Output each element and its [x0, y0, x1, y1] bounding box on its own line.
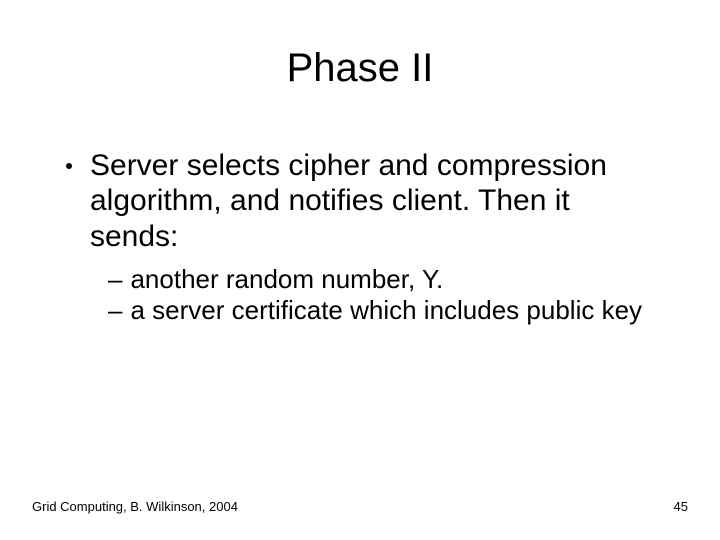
- sub-bullet-item: – a server certificate which includes pu…: [108, 295, 660, 326]
- slide-body: Server selects cipher and compression al…: [66, 148, 660, 327]
- bullet-text: Server selects cipher and compression al…: [90, 148, 660, 254]
- slide-title: Phase II: [0, 46, 720, 91]
- dash-icon: –: [108, 295, 122, 326]
- footer-source: Grid Computing, B. Wilkinson, 2004: [32, 499, 238, 514]
- bullet-item: Server selects cipher and compression al…: [66, 148, 660, 254]
- sub-bullet-list: – another random number, Y. – a server c…: [108, 264, 660, 326]
- dash-icon: –: [108, 264, 122, 295]
- page-number: 45: [674, 499, 688, 514]
- bullet-icon: [66, 163, 72, 169]
- sub-bullet-item: – another random number, Y.: [108, 264, 660, 295]
- sub-bullet-text: a server certificate which includes publ…: [130, 295, 660, 326]
- sub-bullet-text: another random number, Y.: [130, 264, 660, 295]
- slide: Phase II Server selects cipher and compr…: [0, 0, 720, 540]
